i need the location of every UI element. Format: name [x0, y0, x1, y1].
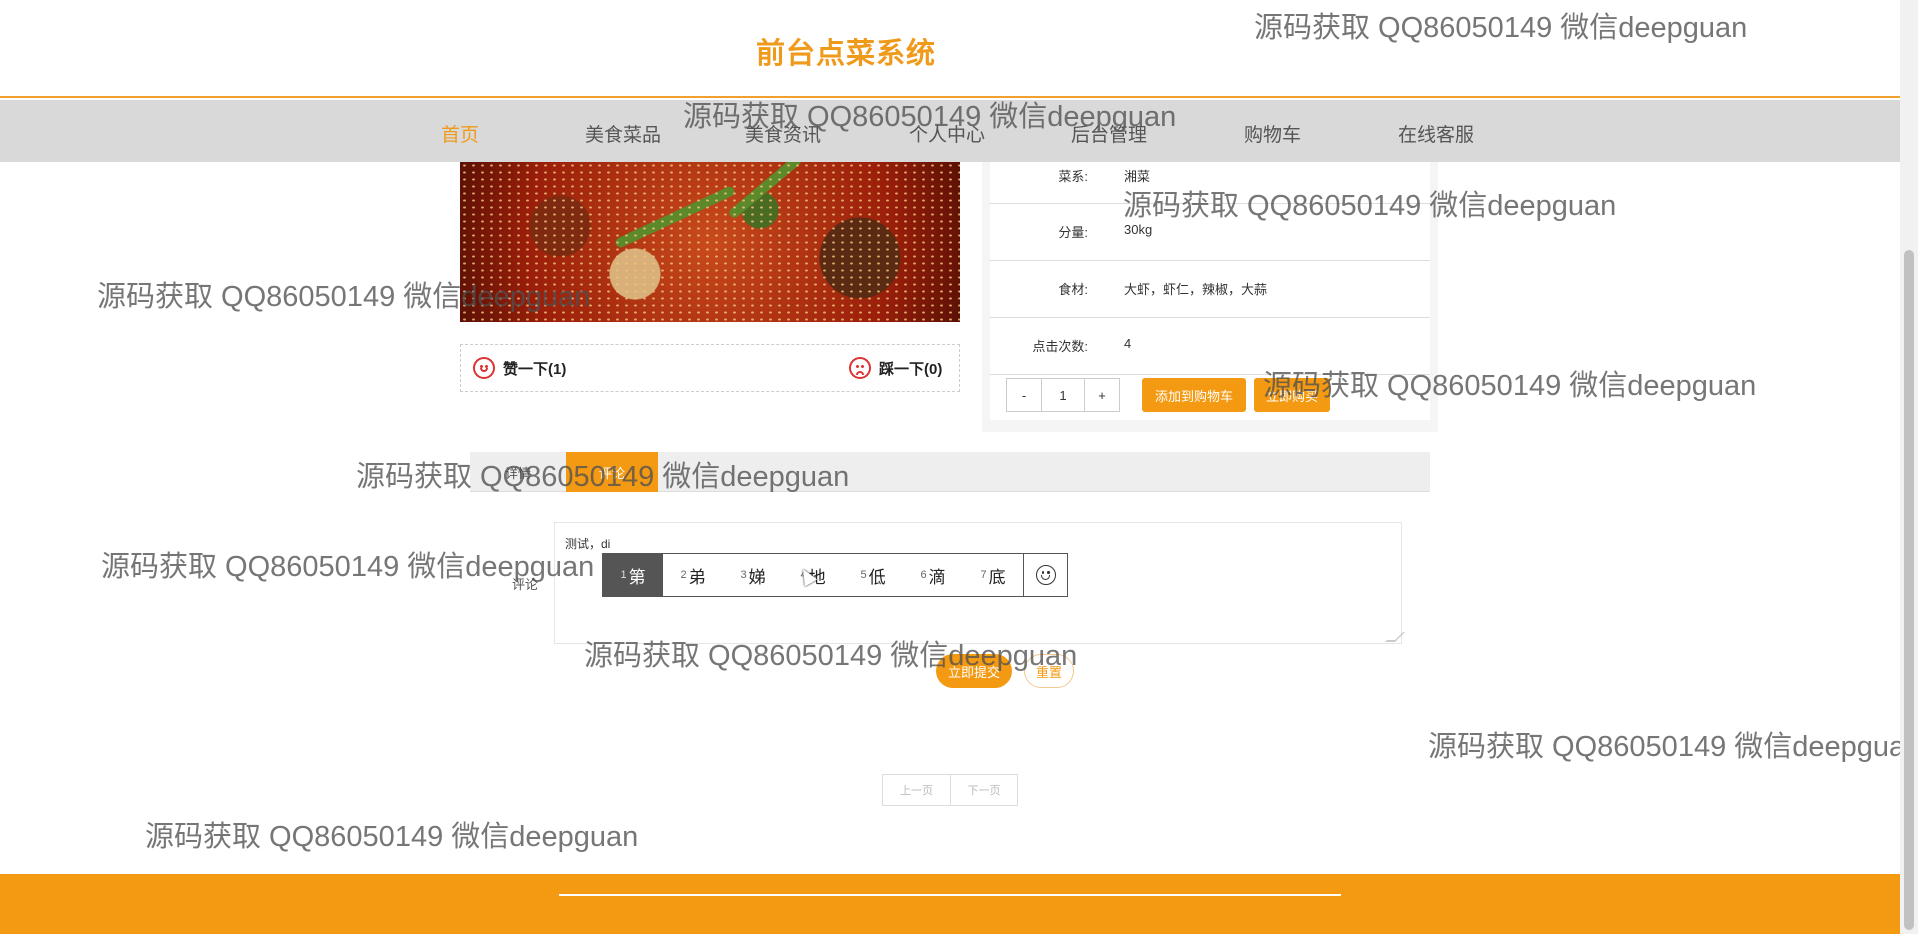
tab-detail[interactable]: 详情 — [470, 452, 566, 492]
quantity-minus-button[interactable]: - — [1006, 378, 1042, 412]
detail-row-clicks: 点击次数: 4 — [990, 318, 1430, 375]
nav-item-admin[interactable]: 后台管理 — [1071, 120, 1147, 147]
site-title: 前台点菜系统 — [756, 38, 937, 70]
detail-label: 分量: — [1058, 225, 1088, 240]
frown-icon — [849, 357, 871, 379]
nav-item-support[interactable]: 在线客服 — [1398, 120, 1474, 147]
main-nav: 首页 美食菜品 美食资讯 个人中心 后台管理 购物车 在线客服 — [0, 100, 1900, 162]
dish-image — [460, 162, 960, 322]
detail-row-portion: 分量: 30kg — [990, 204, 1430, 261]
ime-candidate[interactable]: 1第 — [603, 554, 663, 596]
like-button[interactable]: 赞一下(1) — [473, 357, 566, 379]
ime-candidate[interactable]: 7底 — [963, 554, 1023, 596]
submit-button[interactable]: 立即提交 — [936, 654, 1012, 688]
detail-row-cuisine: 菜系: 湘菜 — [990, 162, 1430, 204]
smile-icon — [473, 357, 495, 379]
watermark: 源码获取 QQ86050149 微信deepguan — [145, 821, 639, 853]
content-tabs: 详情 评论 — [470, 452, 1430, 492]
detail-value: 湘菜 — [1124, 169, 1151, 184]
quantity-plus-button[interactable]: + — [1084, 378, 1120, 412]
nav-item-home[interactable]: 首页 — [441, 120, 479, 147]
emoji-icon — [1035, 565, 1056, 585]
site-footer — [0, 874, 1900, 934]
ime-candidate[interactable]: 3娣 — [723, 554, 783, 596]
scrollbar-thumb[interactable] — [1904, 250, 1914, 930]
ime-emoji-button[interactable] — [1023, 554, 1067, 596]
watermark: 源码获取 QQ86050149 微信deepguan — [1428, 731, 1900, 763]
next-page-button[interactable]: 下一页 — [950, 775, 1017, 805]
quantity-input[interactable]: 1 — [1042, 378, 1084, 412]
page-scrollbar[interactable] — [1900, 0, 1918, 934]
footer-divider — [559, 894, 1341, 896]
vote-bar: 赞一下(1) 踩一下(0) — [460, 344, 960, 392]
ime-candidate[interactable]: 5低 — [843, 554, 903, 596]
add-to-cart-button[interactable]: 添加到购物车 — [1142, 378, 1246, 412]
detail-value: 4 — [1124, 336, 1132, 351]
ime-candidate[interactable]: 6滴 — [903, 554, 963, 596]
nav-item-profile[interactable]: 个人中心 — [909, 120, 985, 147]
detail-row-ingredients: 食材: 大虾，虾仁，辣椒，大蒜 — [990, 261, 1430, 318]
comment-label: 评论 — [512, 577, 539, 592]
dislike-button[interactable]: 踩一下(0) — [849, 357, 942, 379]
detail-label: 菜系: — [1058, 169, 1088, 184]
prev-page-button[interactable]: 上一页 — [883, 775, 950, 805]
detail-label: 食材: — [1058, 282, 1088, 297]
buy-now-button[interactable]: 立即购买 — [1254, 378, 1330, 412]
detail-value: 30kg — [1124, 222, 1153, 237]
page: 前台点菜系统 首页 美食菜品 美食资讯 个人中心 后台管理 购物车 在线客服 赞… — [0, 0, 1918, 934]
like-label: 赞一下(1) — [503, 360, 567, 378]
dish-details: 菜系: 湘菜 分量: 30kg 食材: 大虾，虾仁，辣椒，大蒜 点击次数: 4 … — [990, 162, 1430, 420]
site-header: 前台点菜系统 — [0, 0, 1900, 98]
nav-item-dishes[interactable]: 美食菜品 — [585, 120, 661, 147]
reset-button[interactable]: 重置 — [1024, 654, 1074, 688]
ime-candidate[interactable]: 2弟 — [663, 554, 723, 596]
nav-item-cart[interactable]: 购物车 — [1244, 120, 1301, 147]
nav-item-news[interactable]: 美食资讯 — [745, 120, 821, 147]
dislike-label: 踩一下(0) — [879, 360, 943, 378]
detail-label: 点击次数: — [1032, 339, 1088, 354]
detail-value: 大虾，虾仁，辣椒，大蒜 — [1124, 282, 1268, 297]
dish-details-panel: 菜系: 湘菜 分量: 30kg 食材: 大虾，虾仁，辣椒，大蒜 点击次数: 4 … — [982, 162, 1438, 432]
sesame-texture — [460, 162, 960, 322]
ime-candidate-popup: 1第 2弟 3娣 4地 5低 6滴 7底 — [602, 553, 1068, 597]
tab-comment[interactable]: 评论 — [566, 452, 658, 492]
pagination: 上一页 下一页 — [882, 774, 1018, 806]
